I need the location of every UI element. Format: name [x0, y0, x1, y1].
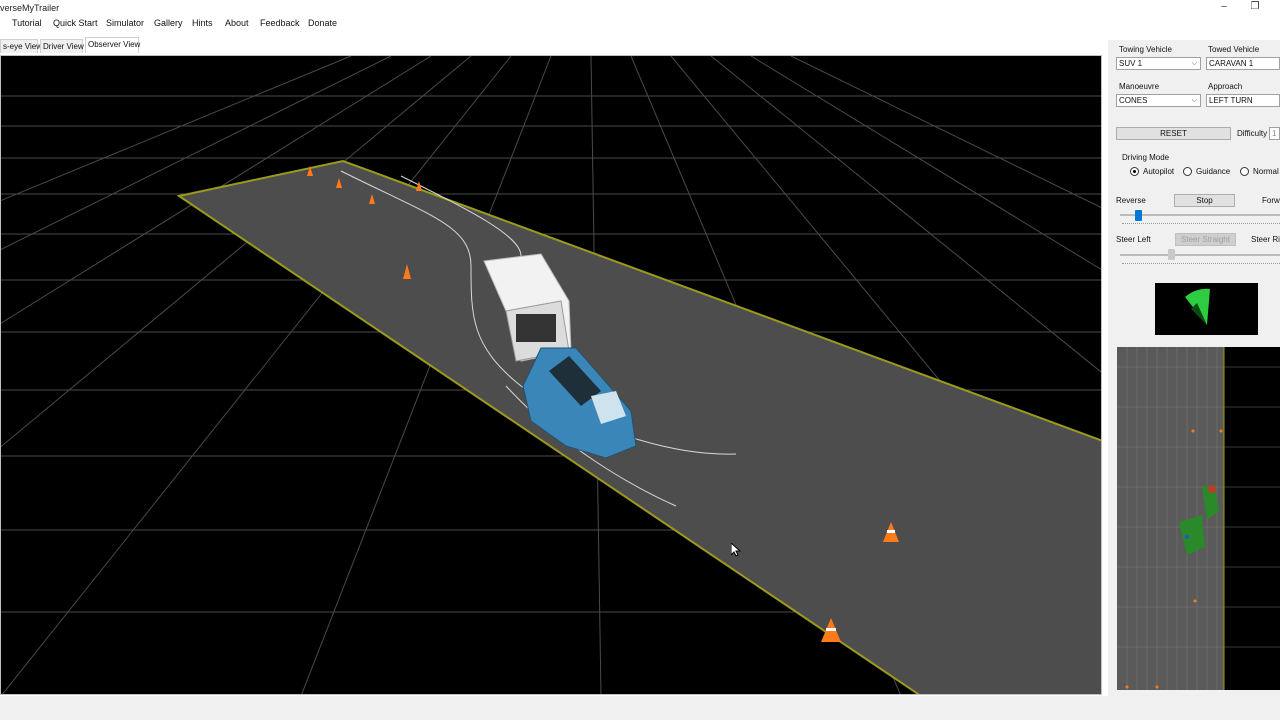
steer-left-label: Steer Left [1116, 235, 1151, 244]
speed-slider-track[interactable] [1120, 214, 1280, 216]
autopilot-radio[interactable] [1130, 167, 1139, 176]
towed-vehicle-label: Towed Vehicle [1208, 45, 1260, 54]
title-bar: verseMyTrailer – ❐ [0, 0, 1280, 16]
reset-button[interactable]: RESET [1116, 127, 1231, 140]
guidance-label: Guidance [1196, 167, 1231, 176]
restore-icon[interactable]: ❐ [1240, 0, 1270, 16]
status-bar [0, 696, 1280, 720]
tab-driver-view[interactable]: Driver View [40, 39, 84, 53]
steering-indicator [1155, 283, 1258, 335]
menu-simulator[interactable]: Simulator [106, 18, 144, 28]
manoeuvre-select[interactable]: CONES ⌵ [1116, 94, 1201, 107]
observer-3d-view[interactable] [0, 55, 1102, 695]
menu-gallery[interactable]: Gallery [154, 18, 183, 28]
guidance-radio[interactable] [1183, 167, 1192, 176]
manoeuvre-value: CONES [1119, 96, 1148, 105]
normal-label: Normal [1253, 167, 1279, 176]
steer-slider-track[interactable] [1120, 254, 1280, 256]
stop-button[interactable]: Stop [1174, 194, 1235, 207]
steer-right-label: Steer Rig [1251, 235, 1280, 244]
manoeuvre-label: Manoeuvre [1119, 82, 1160, 91]
towing-vehicle-label: Towing Vehicle [1119, 45, 1172, 54]
menu-donate[interactable]: Donate [308, 18, 337, 28]
difficulty-label: Difficulty [1237, 129, 1268, 138]
scene-svg [1, 56, 1101, 694]
chevron-down-icon: ⌵ [1191, 60, 1197, 67]
minimize-icon[interactable]: – [1209, 0, 1239, 16]
top-down-minimap [1117, 347, 1280, 690]
forward-label: Forwa [1262, 196, 1280, 205]
road-surface [176, 159, 1101, 694]
speed-slider-thumb[interactable] [1135, 210, 1142, 221]
autopilot-label: Autopilot [1143, 167, 1175, 176]
approach-label: Approach [1208, 82, 1243, 91]
towing-vehicle-value: SUV 1 [1119, 59, 1143, 68]
menu-hints[interactable]: Hints [192, 18, 213, 28]
window-title: verseMyTrailer [0, 3, 60, 13]
menu-quick-start[interactable]: Quick Start [53, 18, 98, 28]
towing-vehicle-select[interactable]: SUV 1 ⌵ [1116, 57, 1201, 70]
menu-bar: Tutorial Quick Start Simulator Gallery H… [0, 16, 1280, 32]
speed-slider-ticks [1122, 221, 1280, 224]
approach-select[interactable]: LEFT TURN [1206, 94, 1280, 107]
steer-slider-ticks [1122, 261, 1280, 264]
tab-observer-view[interactable]: Observer View [85, 37, 140, 53]
steer-slider-thumb[interactable] [1168, 249, 1175, 260]
towed-vehicle-value: CARAVAN 1 [1209, 59, 1254, 68]
steering-gauge-icon [1185, 288, 1210, 325]
normal-radio[interactable] [1240, 167, 1249, 176]
steer-straight-button[interactable]: Steer Straight [1175, 233, 1236, 246]
menu-feedback[interactable]: Feedback [260, 18, 300, 28]
difficulty-input[interactable]: 1 [1269, 127, 1280, 140]
chevron-down-icon: ⌵ [1191, 97, 1197, 104]
approach-value: LEFT TURN [1209, 96, 1253, 105]
tab-birds-eye-view[interactable]: s-eye View [0, 39, 42, 53]
menu-about[interactable]: About [225, 18, 249, 28]
mouse-cursor-icon [731, 543, 741, 557]
minimap-svg [1117, 347, 1280, 690]
menu-tutorial[interactable]: Tutorial [12, 18, 42, 28]
driving-mode-label: Driving Mode [1122, 153, 1170, 162]
towed-vehicle-select[interactable]: CARAVAN 1 [1206, 57, 1280, 70]
reverse-label: Reverse [1116, 196, 1146, 205]
